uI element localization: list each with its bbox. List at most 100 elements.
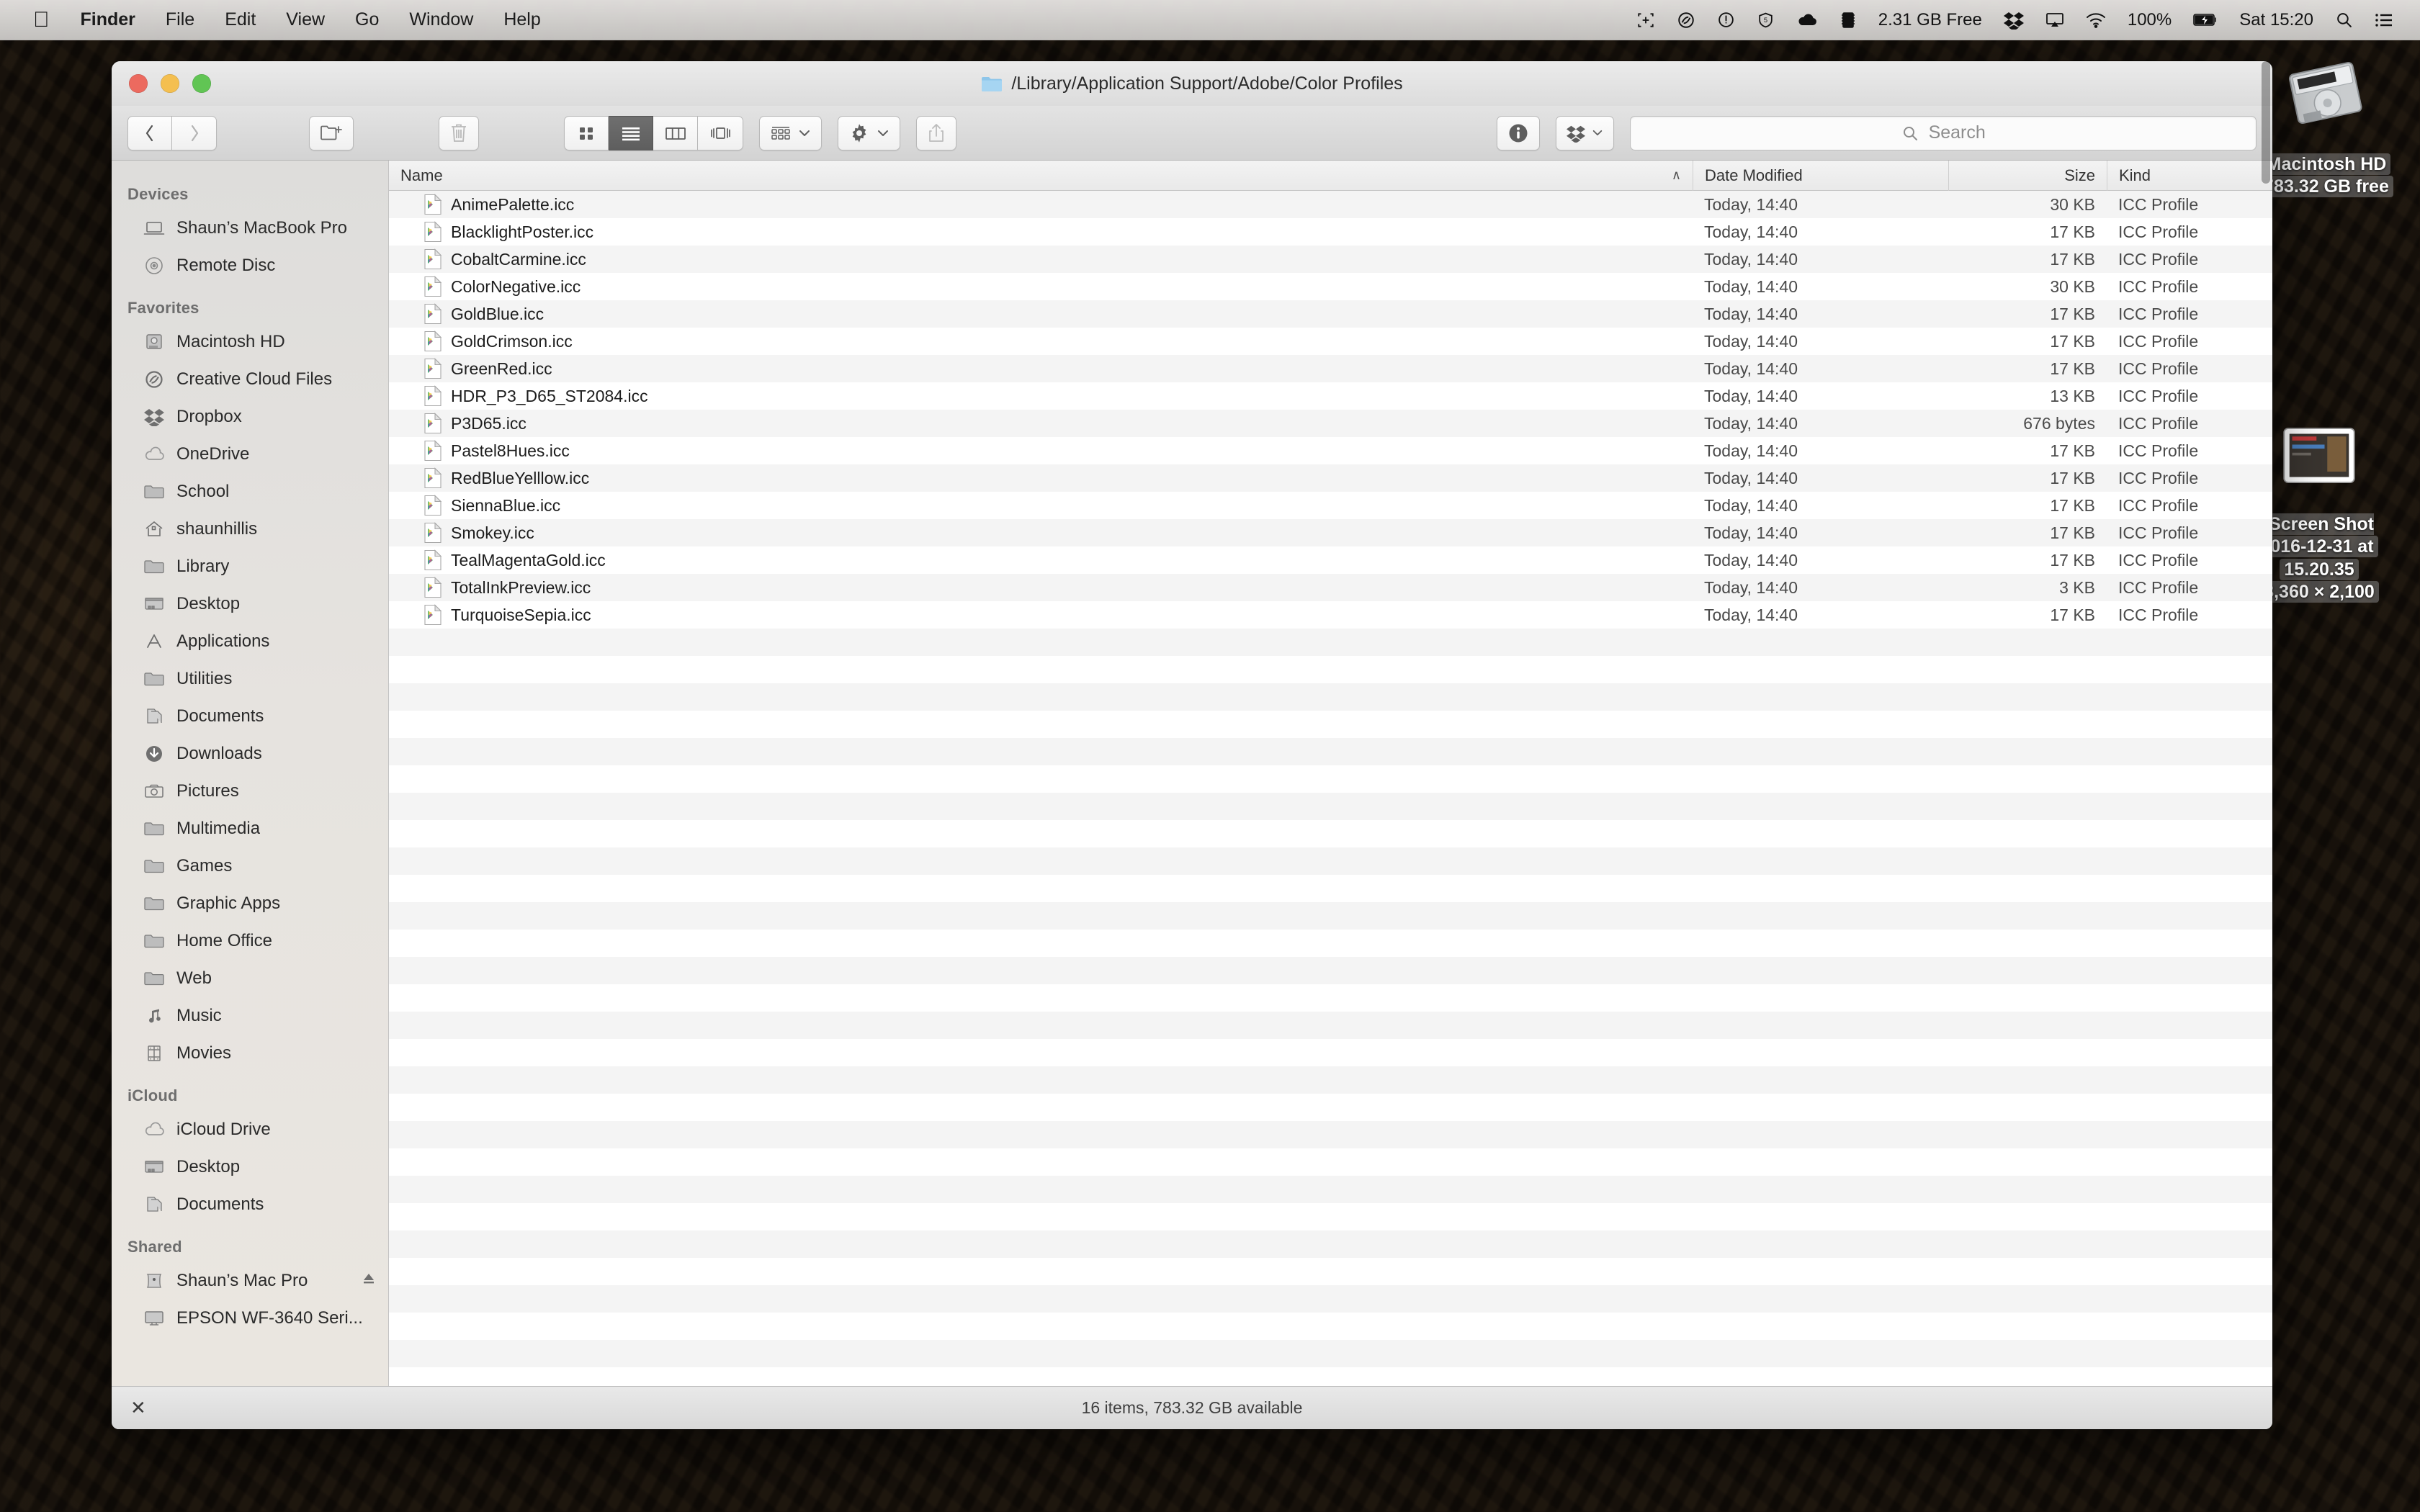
menu-item-window[interactable]: Window bbox=[394, 9, 488, 30]
file-name-cell[interactable]: GoldCrimson.icc bbox=[389, 330, 1693, 352]
sidebar-item-icloud-drive[interactable]: iCloud Drive bbox=[112, 1111, 388, 1148]
window-titlebar[interactable]: /Library/Application Support/Adobe/Color… bbox=[112, 61, 2272, 106]
table-row[interactable]: HDR_P3_D65_ST2084.iccToday, 14:4013 KBIC… bbox=[389, 382, 2272, 410]
airplay-icon[interactable] bbox=[2035, 12, 2075, 29]
menu-bar-clock[interactable]: Sat 15:20 bbox=[2228, 10, 2324, 30]
sidebar-item-onedrive[interactable]: OneDrive bbox=[112, 436, 388, 473]
file-name-cell[interactable]: TotalInkPreview.icc bbox=[389, 577, 1693, 598]
table-row[interactable]: GoldBlue.iccToday, 14:4017 KBICC Profile bbox=[389, 300, 2272, 328]
sidebar-item-shauns-mac-pro[interactable]: Shaun’s Mac Pro bbox=[112, 1262, 388, 1300]
finder-window[interactable]: /Library/Application Support/Adobe/Color… bbox=[112, 61, 2272, 1429]
file-name-cell[interactable]: CobaltCarmine.icc bbox=[389, 248, 1693, 270]
dropbox-icon[interactable] bbox=[1993, 11, 2035, 30]
table-row[interactable]: CobaltCarmine.iccToday, 14:4017 KBICC Pr… bbox=[389, 246, 2272, 273]
file-name-cell[interactable]: Pastel8Hues.icc bbox=[389, 440, 1693, 462]
sidebar-item-web[interactable]: Web bbox=[112, 960, 388, 997]
adobe-creative-cloud-icon[interactable] bbox=[1666, 11, 1706, 30]
file-name-cell[interactable]: RedBlueYelllow.icc bbox=[389, 467, 1693, 489]
column-header-date-modified[interactable]: Date Modified bbox=[1693, 161, 1948, 191]
battery-percent-label[interactable]: 100% bbox=[2117, 10, 2182, 30]
eject-icon[interactable] bbox=[361, 1271, 377, 1292]
sidebar-item-documents[interactable]: Documents bbox=[112, 698, 388, 735]
action-menu-button[interactable] bbox=[838, 116, 900, 150]
file-name-cell[interactable]: BlacklightPoster.icc bbox=[389, 221, 1693, 243]
delete-button[interactable] bbox=[439, 116, 479, 150]
table-row[interactable]: P3D65.iccToday, 14:40676 bytesICC Profil… bbox=[389, 410, 2272, 437]
dropbox-menu-button[interactable] bbox=[1556, 116, 1614, 150]
menu-item-finder[interactable]: Finder bbox=[66, 9, 151, 30]
sidebar-item-movies[interactable]: Movies bbox=[112, 1035, 388, 1072]
sidebar-item-utilities[interactable]: Utilities bbox=[112, 660, 388, 698]
notification-center-icon[interactable] bbox=[2364, 12, 2404, 28]
list-view-button[interactable] bbox=[609, 116, 653, 150]
coverflow-view-button[interactable] bbox=[698, 116, 743, 150]
desktop-icon-macintosh-hd[interactable]: Macintosh HD 783.32 GB free bbox=[2254, 50, 2398, 199]
table-row[interactable]: GreenRed.iccToday, 14:4017 KBICC Profile bbox=[389, 355, 2272, 382]
table-row[interactable]: RedBlueYelllow.iccToday, 14:4017 KBICC P… bbox=[389, 464, 2272, 492]
sidebar-item-shauns-macbook-pro[interactable]: Shaun’s MacBook Pro bbox=[112, 210, 388, 247]
new-folder-button[interactable] bbox=[309, 116, 354, 150]
sidebar-item-creative-cloud-files[interactable]: Creative Cloud Files bbox=[112, 361, 388, 398]
file-name-cell[interactable]: TealMagentaGold.icc bbox=[389, 549, 1693, 571]
table-row[interactable]: Smokey.iccToday, 14:4017 KBICC Profile bbox=[389, 519, 2272, 546]
menu-item-view[interactable]: View bbox=[271, 9, 340, 30]
table-row[interactable]: TurquoiseSepia.iccToday, 14:4017 KBICC P… bbox=[389, 601, 2272, 629]
table-row[interactable]: TotalInkPreview.iccToday, 14:403 KBICC P… bbox=[389, 574, 2272, 601]
sidebar-item-shaunhillis[interactable]: shaunhillis bbox=[112, 510, 388, 548]
sidebar-item-dropbox[interactable]: Dropbox bbox=[112, 398, 388, 436]
table-row[interactable]: TealMagentaGold.iccToday, 14:4017 KBICC … bbox=[389, 546, 2272, 574]
info-button[interactable] bbox=[1497, 116, 1540, 150]
battery-charging-icon[interactable] bbox=[2182, 13, 2228, 27]
table-row[interactable]: BlacklightPoster.iccToday, 14:4017 KBICC… bbox=[389, 218, 2272, 246]
file-name-cell[interactable]: ColorNegative.icc bbox=[389, 276, 1693, 297]
sidebar-item-remote-disc[interactable]: Remote Disc bbox=[112, 247, 388, 284]
file-name-cell[interactable]: TurquoiseSepia.icc bbox=[389, 604, 1693, 626]
sidebar-item-graphic-apps[interactable]: Graphic Apps bbox=[112, 885, 388, 922]
table-row[interactable]: AnimePalette.iccToday, 14:4030 KBICC Pro… bbox=[389, 191, 2272, 218]
sidebar-item-library[interactable]: Library bbox=[112, 548, 388, 585]
file-name-cell[interactable]: GoldBlue.icc bbox=[389, 303, 1693, 325]
icon-view-button[interactable] bbox=[564, 116, 609, 150]
forward-button[interactable] bbox=[172, 116, 217, 150]
sidebar-item-icloud-desktop[interactable]: Desktop bbox=[112, 1148, 388, 1186]
spotlight-search-icon[interactable] bbox=[2324, 11, 2364, 29]
file-name-cell[interactable]: AnimePalette.icc bbox=[389, 194, 1693, 215]
sidebar-item-downloads[interactable]: Downloads bbox=[112, 735, 388, 773]
arrange-by-button[interactable] bbox=[759, 116, 822, 150]
file-rows[interactable]: AnimePalette.iccToday, 14:4030 KBICC Pro… bbox=[389, 191, 2272, 1386]
sidebar-item-home-office[interactable]: Home Office bbox=[112, 922, 388, 960]
sidebar-item-multimedia[interactable]: Multimedia bbox=[112, 810, 388, 847]
sidebar-item-applications[interactable]: Applications bbox=[112, 623, 388, 660]
sidebar-item-macintosh-hd[interactable]: Macintosh HD bbox=[112, 323, 388, 361]
menu-item-help[interactable]: Help bbox=[488, 9, 555, 30]
exclamation-circle-icon[interactable] bbox=[1706, 11, 1746, 29]
file-list-pane[interactable]: Name ∧ Date Modified Size Kind AnimePale… bbox=[389, 161, 2272, 1386]
sidebar-item-desktop[interactable]: Desktop bbox=[112, 585, 388, 623]
wifi-icon[interactable] bbox=[2075, 12, 2117, 28]
menu-item-go[interactable]: Go bbox=[340, 9, 394, 30]
column-header-name[interactable]: Name ∧ bbox=[389, 161, 1693, 191]
table-row[interactable]: Pastel8Hues.iccToday, 14:4017 KBICC Prof… bbox=[389, 437, 2272, 464]
sidebar-item-pictures[interactable]: Pictures bbox=[112, 773, 388, 810]
shield-5-icon[interactable]: 5 bbox=[1746, 11, 1785, 30]
screenshot-selection-icon[interactable] bbox=[1626, 11, 1666, 30]
table-row[interactable]: GoldCrimson.iccToday, 14:4017 KBICC Prof… bbox=[389, 328, 2272, 355]
column-header-kind[interactable]: Kind bbox=[2107, 161, 2272, 191]
menu-item-edit[interactable]: Edit bbox=[210, 9, 271, 30]
sidebar-item-games[interactable]: Games bbox=[112, 847, 388, 885]
column-view-button[interactable] bbox=[653, 116, 698, 150]
menu-item-file[interactable]: File bbox=[151, 9, 210, 30]
back-button[interactable] bbox=[127, 116, 172, 150]
vertical-scrollbar[interactable] bbox=[2262, 61, 2270, 184]
file-name-cell[interactable]: Smokey.icc bbox=[389, 522, 1693, 544]
sidebar-item-music[interactable]: Music bbox=[112, 997, 388, 1035]
sidebar-item-epson-printer[interactable]: EPSON WF-3640 Seri... bbox=[112, 1300, 388, 1337]
close-button[interactable] bbox=[129, 74, 148, 93]
memory-chip-icon[interactable] bbox=[1829, 11, 1868, 30]
sidebar-item-school[interactable]: School bbox=[112, 473, 388, 510]
share-button[interactable] bbox=[916, 116, 956, 150]
file-name-cell[interactable]: GreenRed.icc bbox=[389, 358, 1693, 379]
search-input[interactable]: Search bbox=[1630, 116, 2257, 150]
apple-logo-icon[interactable]:  bbox=[17, 9, 66, 31]
zoom-button[interactable] bbox=[192, 74, 211, 93]
